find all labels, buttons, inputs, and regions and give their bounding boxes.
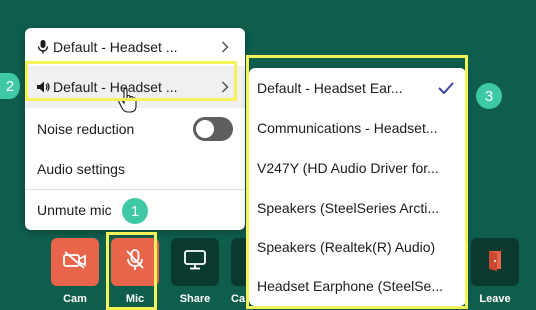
device-option[interactable]: Default - Headset Ear...: [249, 68, 466, 108]
step-badge-1: 1: [122, 198, 148, 224]
leave-button[interactable]: [471, 238, 519, 286]
step-badge-2: 2: [0, 73, 20, 99]
device-option[interactable]: V247Y (HD Audio Driver for...: [249, 148, 466, 188]
cam-button[interactable]: [51, 238, 99, 286]
share-button[interactable]: [171, 238, 219, 286]
chevron-right-icon: [221, 41, 245, 53]
device-option[interactable]: Communications - Headset...: [249, 108, 466, 148]
noise-reduction-toggle[interactable]: [193, 117, 233, 141]
device-option[interactable]: Headset Earphone (SteelSe...: [249, 266, 466, 306]
audio-settings-item[interactable]: Audio settings: [25, 150, 245, 188]
device-option-label: V247Y (HD Audio Driver for...: [257, 160, 439, 176]
captions-button[interactable]: [231, 238, 249, 286]
microphone-select[interactable]: Default - Headset ...: [25, 28, 245, 66]
captions-label: Ca: [231, 293, 246, 305]
microphone-select-label: Default - Headset ...: [53, 39, 178, 55]
mic-button[interactable]: [111, 238, 159, 286]
device-option[interactable]: Speakers (SteelSeries Arcti...: [249, 188, 466, 228]
audio-settings-label: Audio settings: [37, 161, 125, 177]
device-option-label: Headset Earphone (SteelSe...: [257, 278, 444, 294]
mic-label: Mic: [125, 293, 145, 305]
cam-label: Cam: [63, 293, 87, 305]
monitor-icon: [184, 249, 206, 275]
output-device-submenu: Default - Headset Ear... Communications …: [249, 68, 466, 306]
device-option-label: Speakers (Realtek(R) Audio): [257, 239, 436, 255]
device-option-label: Speakers (SteelSeries Arcti...: [257, 200, 440, 216]
leave-label: Leave: [479, 293, 511, 305]
step-badge-3: 3: [476, 83, 502, 109]
microphone-icon: [25, 40, 53, 54]
device-option-label: Communications - Headset...: [257, 120, 438, 136]
camera-off-icon: [62, 250, 88, 275]
speaker-icon: [25, 81, 53, 93]
share-label: Share: [179, 293, 211, 305]
chevron-right-icon: [221, 81, 245, 93]
hand-cursor-icon: [118, 87, 138, 119]
toggle-knob: [196, 120, 214, 138]
microphone-off-icon: [124, 248, 146, 277]
checkmark-icon: [426, 82, 466, 94]
device-option[interactable]: Speakers (Realtek(R) Audio): [249, 227, 466, 267]
door-exit-icon: [487, 249, 503, 276]
device-option-label: Default - Headset Ear...: [257, 80, 403, 96]
